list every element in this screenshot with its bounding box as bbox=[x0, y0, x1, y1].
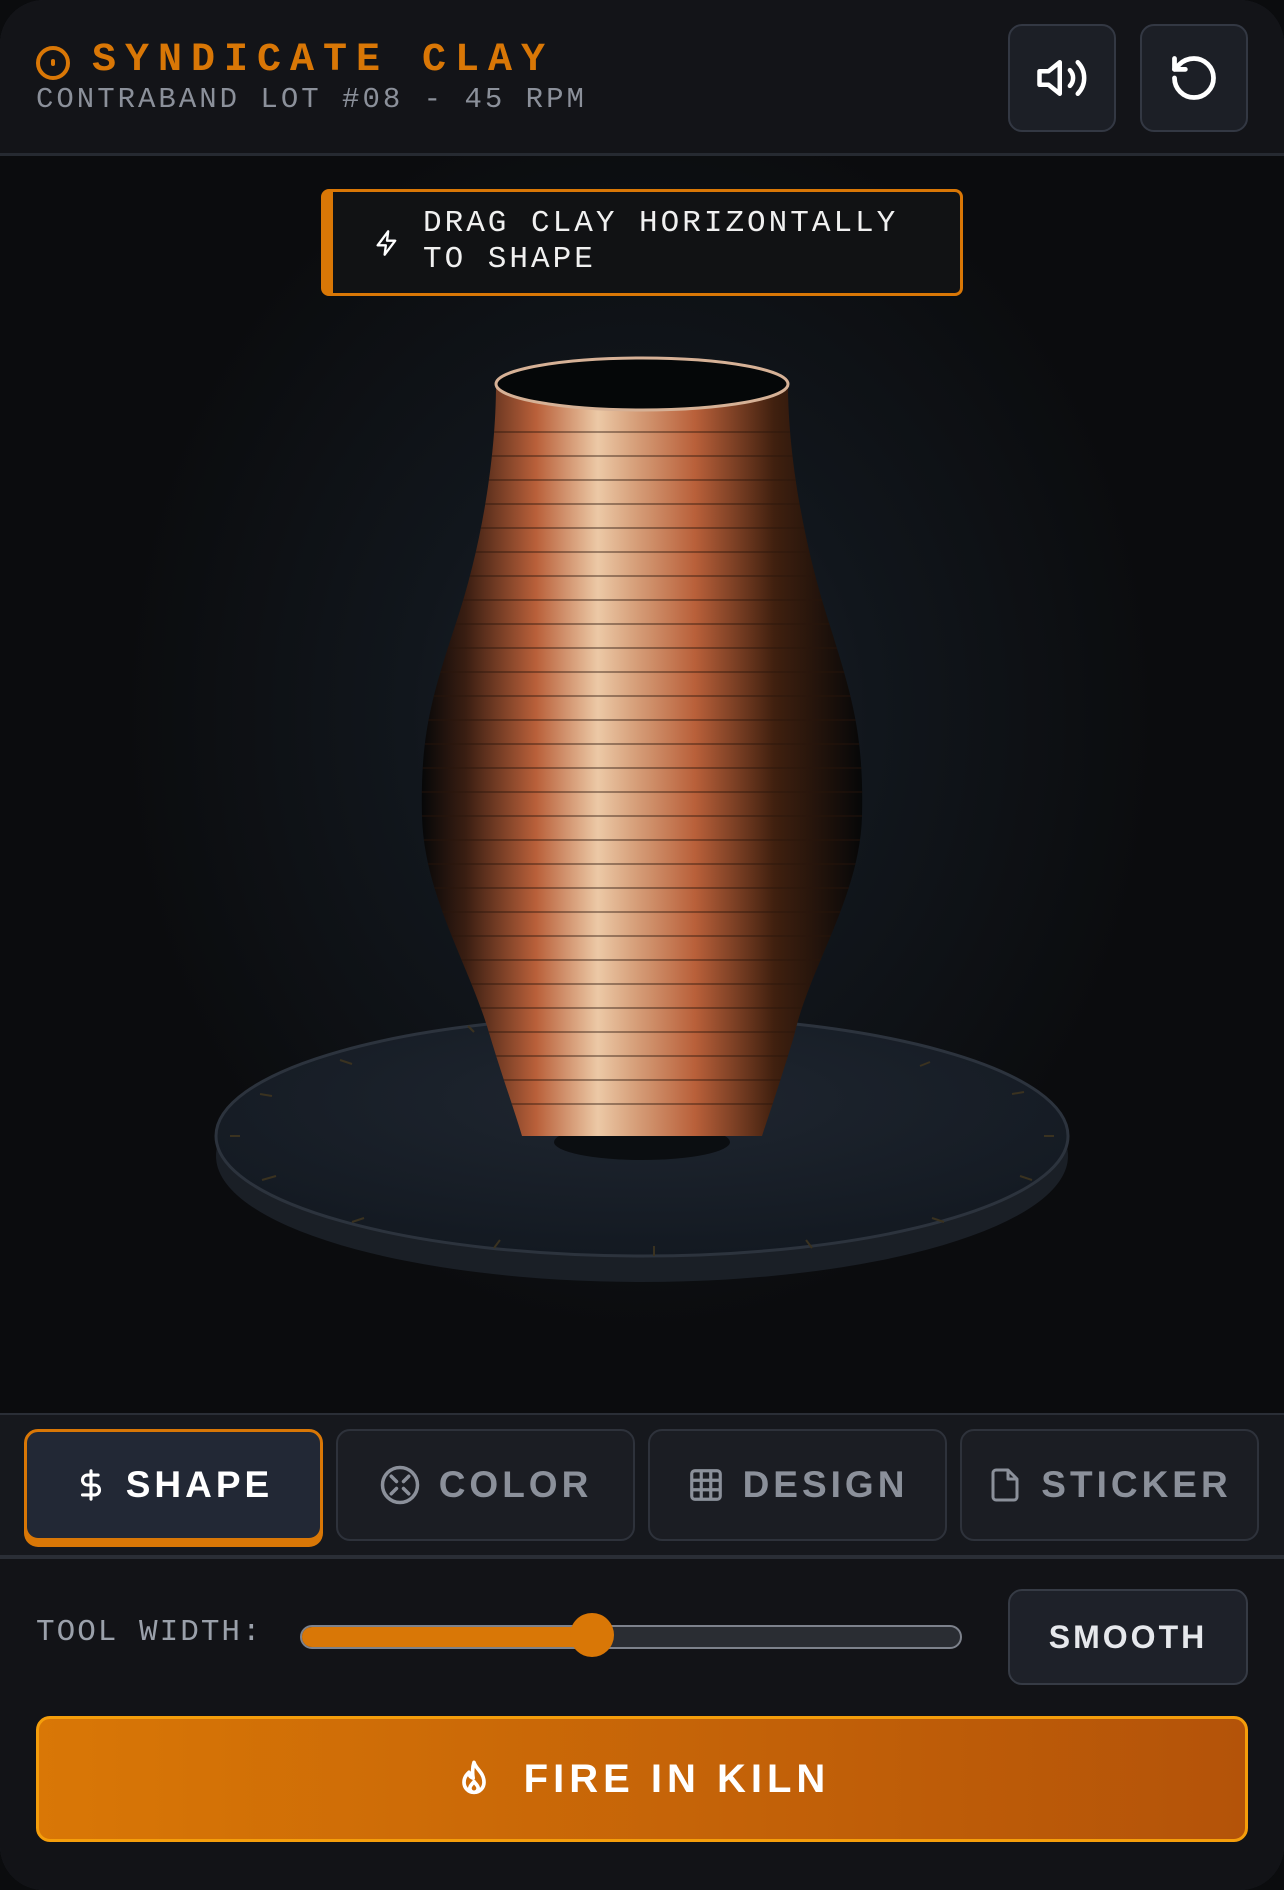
tab-color[interactable]: COLOR bbox=[336, 1429, 635, 1541]
controls-panel: TOOL WIDTH: SMOOTH FIRE IN KILN bbox=[0, 1559, 1284, 1890]
app-title: SYNDICATE CLAY bbox=[92, 38, 555, 83]
tab-label: STICKER bbox=[1041, 1464, 1232, 1505]
tab-design[interactable]: DESIGN bbox=[648, 1429, 947, 1541]
tool-width-label: TOOL WIDTH: bbox=[36, 1615, 263, 1650]
smooth-button[interactable]: SMOOTH bbox=[1008, 1589, 1248, 1685]
header: SYNDICATE CLAY CONTRABAND LOT #08 - 45 R… bbox=[0, 0, 1284, 156]
hint-text: DRAG CLAY HORIZONTALLY TO SHAPE bbox=[423, 206, 899, 277]
dollar-icon bbox=[74, 1464, 108, 1506]
tab-label: DESIGN bbox=[742, 1464, 909, 1505]
document-icon bbox=[987, 1464, 1023, 1506]
tab-label: COLOR bbox=[438, 1464, 593, 1505]
flame-icon bbox=[454, 1755, 494, 1803]
speaker-icon bbox=[1037, 60, 1087, 96]
tool-width-slider[interactable] bbox=[300, 1613, 962, 1657]
pottery-wheel-scene[interactable] bbox=[0, 156, 1284, 1413]
tool-tabs: SHAPE COLOR DESIGN STICKER bbox=[0, 1413, 1284, 1559]
grid-icon bbox=[687, 1466, 725, 1504]
slider-thumb[interactable] bbox=[569, 1613, 614, 1657]
hint-banner: DRAG CLAY HORIZONTALLY TO SHAPE bbox=[321, 189, 963, 296]
lightning-icon bbox=[373, 228, 401, 263]
reset-icon bbox=[1172, 56, 1216, 100]
tab-shape[interactable]: SHAPE bbox=[24, 1429, 323, 1541]
tab-sticker[interactable]: STICKER bbox=[960, 1429, 1259, 1541]
tab-label: SHAPE bbox=[125, 1464, 274, 1505]
reset-button[interactable] bbox=[1140, 24, 1248, 132]
vase-opening bbox=[494, 356, 790, 412]
pottery-app: SYNDICATE CLAY CONTRABAND LOT #08 - 45 R… bbox=[0, 0, 1284, 1890]
fire-button-label: FIRE IN KILN bbox=[523, 1756, 831, 1801]
brand: SYNDICATE CLAY CONTRABAND LOT #08 - 45 R… bbox=[36, 38, 587, 117]
clay-vase[interactable] bbox=[400, 356, 900, 1136]
target-icon bbox=[36, 45, 70, 80]
fire-in-kiln-button[interactable]: FIRE IN KILN bbox=[36, 1716, 1248, 1842]
palette-icon bbox=[379, 1464, 421, 1506]
app-subtitle: CONTRABAND LOT #08 - 45 RPM bbox=[36, 83, 587, 116]
sound-button[interactable] bbox=[1008, 24, 1116, 132]
slider-fill bbox=[302, 1627, 592, 1647]
